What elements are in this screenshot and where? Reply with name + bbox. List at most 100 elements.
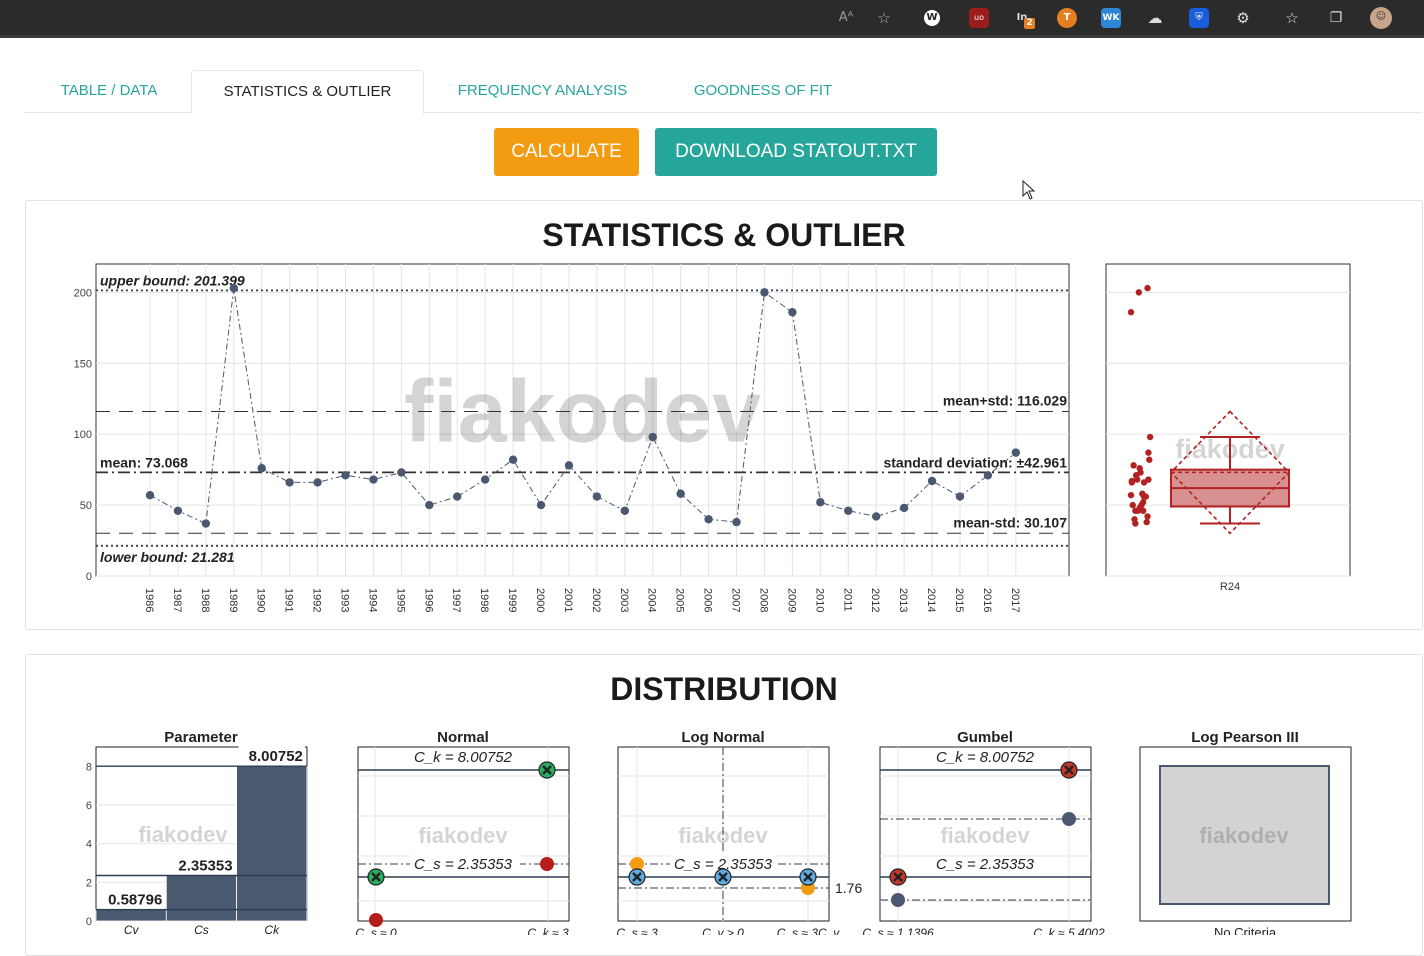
bar <box>236 765 308 922</box>
data-point <box>1128 477 1136 485</box>
x-tick-label: Cv <box>124 923 140 935</box>
x-tick-label: No Criteria <box>1214 925 1277 935</box>
hline-label: standard deviation: ±42.961 <box>883 454 1067 470</box>
x-tick-label: 2007 <box>730 588 742 612</box>
wk-extension-icon[interactable]: WK <box>1101 8 1121 28</box>
y-tick-label: 150 <box>74 358 92 370</box>
bar-value-label: 2.35353 <box>178 857 232 874</box>
calculate-button[interactable]: CALCULATE <box>494 128 639 176</box>
watermark: fiakodev <box>418 823 508 848</box>
data-point <box>732 517 741 527</box>
x-tick-label: 2013 <box>897 588 909 612</box>
x-tick-label: 1993 <box>339 588 351 612</box>
data-point <box>1133 472 1140 479</box>
timeseries-chart: 050100150200fiakodevupper bound: 201.399… <box>74 263 1070 612</box>
data-point <box>564 461 574 470</box>
tab-table-data[interactable]: TABLE / DATA <box>39 70 179 112</box>
y-tick-label: 100 <box>74 429 92 441</box>
marker <box>891 893 905 907</box>
data-point <box>1143 518 1150 526</box>
x-tick-label: 1988 <box>199 588 211 612</box>
x-tick-label: C_s ≈ 0 <box>355 926 397 935</box>
collections-icon[interactable]: ❐ <box>1326 8 1346 28</box>
y-tick-label: 0 <box>86 916 92 928</box>
log-normal-title: Log Normal <box>681 729 764 746</box>
extension-badge: 2 <box>1024 18 1035 29</box>
bitwarden-icon[interactable]: ⛨ <box>1189 8 1209 28</box>
data-point <box>453 492 462 501</box>
tab-goodness-of-fit[interactable]: GOODNESS OF FIT <box>683 70 843 112</box>
x-tick-label: 1994 <box>366 588 378 612</box>
gumbel-title: Gumbel <box>957 729 1013 746</box>
ublock-icon[interactable]: uo <box>969 8 989 28</box>
x-tick-label: 2008 <box>757 588 769 612</box>
data-point <box>1135 289 1143 296</box>
favorites-icon[interactable]: ☆ <box>1282 8 1302 28</box>
data-point <box>620 506 630 515</box>
x-tick-label: 2001 <box>562 588 574 612</box>
y-tick-label: 8 <box>86 761 92 773</box>
data-point <box>1136 504 1143 512</box>
data-point <box>871 512 881 521</box>
x-tick-label: 2004 <box>646 588 658 612</box>
x-tick-label: 2005 <box>674 588 686 612</box>
data-point <box>955 492 965 501</box>
cloud-icon[interactable]: ☁ <box>1145 8 1165 28</box>
t-extension-icon[interactable]: T <box>1057 8 1077 28</box>
data-point <box>480 475 490 484</box>
data-point <box>704 515 713 524</box>
extensions-icon[interactable]: ⚙ <box>1233 8 1253 28</box>
data-point <box>1139 499 1147 506</box>
gumbel-chart: Gumbel fiakodev C_k = 8.00752 C_s = 2.35353… <box>862 729 1105 935</box>
log-pearson-iii-chart: Log Pearson III fiakodev No Criteria <box>1139 729 1352 935</box>
bar <box>95 909 167 922</box>
data-point <box>397 468 406 477</box>
data-point <box>145 490 155 500</box>
data-point <box>1146 456 1153 463</box>
x-tick-label: 1996 <box>422 588 434 612</box>
data-point <box>257 464 266 473</box>
watermark: fiakodev <box>940 823 1030 848</box>
hline-label: upper bound: 201.399 <box>100 272 245 288</box>
x-tick-label: 1987 <box>171 588 183 612</box>
profile-avatar-icon[interactable]: ☺ <box>1370 7 1392 29</box>
x-tick-label: 2011 <box>841 588 853 612</box>
bar-value-label: 8.00752 <box>249 748 303 765</box>
bar-value-label: 0.58796 <box>108 892 162 909</box>
extension-badge-icon[interactable]: In 2 <box>1012 8 1035 29</box>
watermark: fiakodev <box>138 822 228 847</box>
bar <box>165 875 238 922</box>
data-point <box>983 471 993 480</box>
tab-statistics-outlier[interactable]: STATISTICS & OUTLIER <box>191 70 424 114</box>
data-point <box>592 492 602 501</box>
data-point <box>1145 449 1152 456</box>
data-point <box>1146 433 1154 441</box>
w-extension-icon[interactable]: W <box>924 10 940 26</box>
data-point <box>1131 516 1138 523</box>
marker <box>540 857 554 871</box>
x-tick-label: 2016 <box>981 588 993 612</box>
statistics-title: STATISTICS & OUTLIER <box>542 217 906 253</box>
x-tick-label: C_v > 0 <box>702 926 744 935</box>
x-tick-label: C_s ≈ 1.1396 <box>862 926 934 935</box>
x-tick-label: C_s ≈ 3C_v <box>777 926 841 935</box>
data-point <box>313 478 322 487</box>
y-tick-label: 0 <box>86 571 92 583</box>
tab-frequency-analysis[interactable]: FREQUENCY ANALYSIS <box>445 70 640 112</box>
hline-label: mean+std: 116.029 <box>943 392 1067 408</box>
x-tick-label: C_s ≈ 3 <box>616 926 658 935</box>
x-tick-label: 1986 <box>143 588 155 612</box>
data-point <box>1011 448 1021 457</box>
data-point <box>425 500 434 510</box>
add-favorite-icon[interactable]: ☆ <box>874 8 894 28</box>
x-tick-label: 2015 <box>953 588 965 612</box>
read-aloud-icon[interactable]: Aᴬ <box>836 8 856 28</box>
x-tick-label: 2006 <box>702 588 714 612</box>
data-point <box>508 455 518 464</box>
y-tick-label: 2 <box>86 877 92 889</box>
data-point <box>1130 462 1137 469</box>
download-statout-button[interactable]: DOWNLOAD STATOUT.TXT <box>655 128 937 176</box>
x-tick-label: Ck <box>264 923 280 935</box>
x-tick-label: 1995 <box>394 588 406 612</box>
browser-toolbar: Aᴬ ☆ W uo In 2 T WK ☁ ⛨ ⚙ ☆ ❐ ☺ <box>0 0 1424 38</box>
